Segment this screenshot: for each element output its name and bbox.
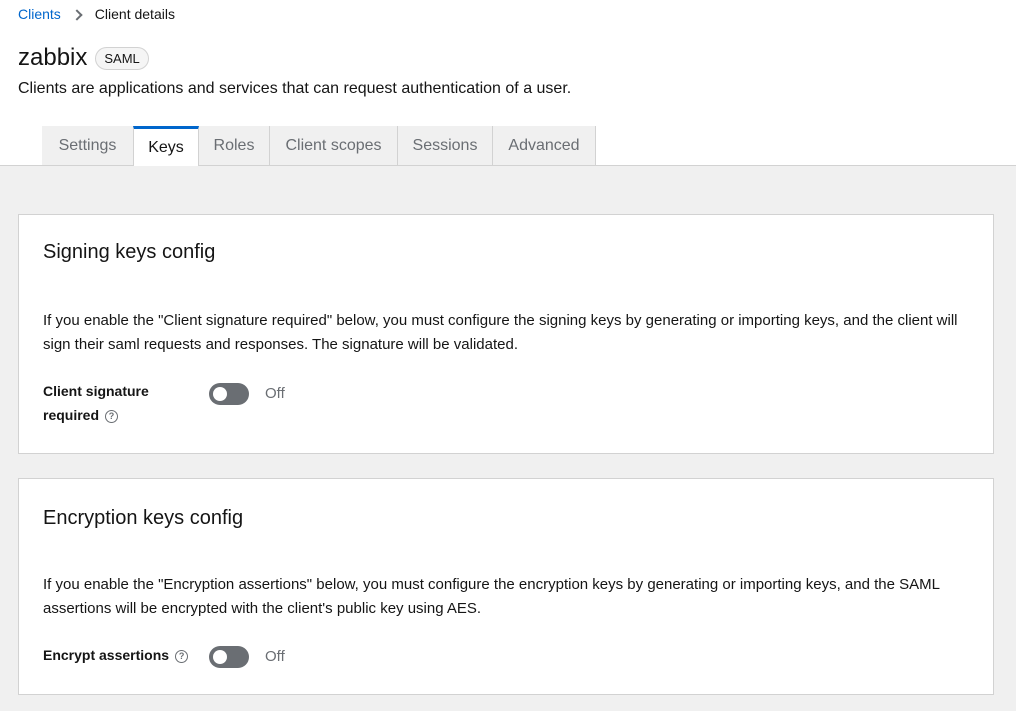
encryption-keys-card: Encryption keys config If you enable the… [18,478,994,695]
client-signature-label: Client signature required? [43,379,149,427]
tab-settings[interactable]: Settings [42,126,134,165]
encrypt-assertions-label: Encrypt assertions [43,647,170,663]
breadcrumb-current: Client details [94,6,175,22]
encrypt-assertions-toggle-state: Off [265,648,285,665]
encryption-keys-description: If you enable the "Encryption assertions… [43,576,940,617]
signing-keys-title: Signing keys config [43,241,216,263]
page-subtitle: Clients are applications and services th… [18,80,572,97]
tab-sessions[interactable]: Sessions [398,126,493,165]
main-content: Signing keys config If you enable the "C… [0,166,1016,711]
client-signature-label-line2: required [43,407,100,423]
tab-client-scopes[interactable]: Client scopes [270,126,398,165]
client-signature-toggle[interactable] [209,383,249,405]
signing-keys-description: If you enable the "Client signature requ… [43,312,958,353]
breadcrumb: Clients Client details [18,6,175,22]
tab-advanced[interactable]: Advanced [493,126,596,165]
help-circle-icon[interactable]: ? [105,409,119,423]
tab-roles[interactable]: Roles [199,126,270,165]
toggle-knob [213,387,227,401]
client-signature-label-line1: Client signature [43,383,149,399]
client-signature-toggle-state: Off [265,385,285,402]
page-header: Clients Client details zabbix SAML Clien… [0,0,1016,166]
breadcrumb-clients-link[interactable]: Clients [18,6,61,22]
signing-keys-card: Signing keys config If you enable the "C… [18,214,994,454]
client-signature-label-line2-wrap: required? [43,403,149,427]
encryption-keys-title: Encryption keys config [43,507,244,529]
tab-bar: Settings Keys Roles Client scopes Sessio… [0,126,1016,166]
toggle-knob [213,650,227,664]
help-circle-icon[interactable]: ? [175,649,189,663]
title-row: zabbix SAML [18,44,149,72]
tab-keys[interactable]: Keys [133,126,199,166]
encrypt-assertions-toggle[interactable] [209,646,249,668]
encrypt-assertions-label-wrap: Encrypt assertions? [43,643,189,667]
page-title: zabbix [18,44,88,71]
chevron-right-icon [71,8,83,21]
protocol-badge: SAML [95,46,149,70]
